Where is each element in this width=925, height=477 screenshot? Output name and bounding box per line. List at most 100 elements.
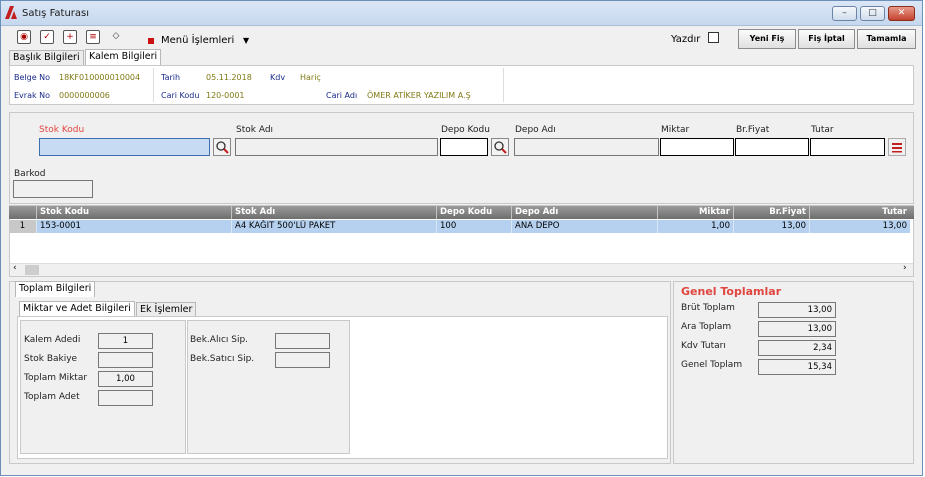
scroll-left-icon[interactable]: ‹ — [13, 263, 17, 273]
scrollbar-thumb[interactable] — [25, 265, 39, 275]
grid-header-rownum — [9, 206, 37, 219]
column-header-stok-kodu[interactable]: Stok Kodu — [37, 206, 232, 219]
row-number[interactable]: 1 — [9, 220, 37, 233]
stok-adi-label: Stok Adı — [236, 125, 274, 135]
evrak-no-label: Evrak No — [14, 91, 51, 100]
minimize-button[interactable]: – — [832, 6, 857, 21]
menu-lines-icon — [892, 143, 902, 153]
cari-adi-label: Cari Adı — [326, 91, 358, 100]
cancel-receipt-button[interactable]: Fiş İptal — [798, 29, 855, 49]
bek-alici-value — [275, 333, 330, 349]
tarih-label: Tarih — [161, 73, 181, 82]
belge-no-label: Belge No — [14, 73, 51, 82]
print-label: Yazdır — [671, 34, 701, 45]
brut-toplam-label: Brüt Toplam — [681, 303, 735, 313]
cell-br-fiyat[interactable]: 13,00 — [734, 220, 810, 233]
add-line-button[interactable] — [888, 138, 906, 156]
menu-islemleri[interactable]: Menü İşlemleri — [161, 35, 234, 46]
kdv-tutari-label: Kdv Tutarı — [681, 341, 726, 351]
maximize-button[interactable]: □ — [860, 6, 885, 21]
tab-ek-islemler[interactable]: Ek İşlemler — [136, 302, 197, 317]
column-header-depo-kodu[interactable]: Depo Kodu — [437, 206, 512, 219]
genel-toplam-label: Genel Toplam — [681, 360, 743, 370]
cell-depo-kodu[interactable]: 100 — [437, 220, 512, 233]
brut-toplam-value: 13,00 — [758, 302, 836, 318]
toplam-adet-label: Toplam Adet — [24, 392, 80, 402]
column-header-br-fiyat[interactable]: Br.Fiyat — [734, 206, 810, 219]
stok-kodu-label: Stok Kodu — [39, 125, 85, 135]
cell-miktar[interactable]: 1,00 — [658, 220, 734, 233]
stok-kodu-input[interactable] — [39, 138, 210, 156]
kalem-adedi-value: 1 — [98, 333, 153, 349]
bek-satici-value — [275, 352, 330, 368]
chevron-down-icon[interactable]: ▼ — [243, 36, 249, 45]
horizontal-scrollbar[interactable] — [10, 263, 913, 276]
depo-kodu-input[interactable] — [440, 138, 488, 156]
app-logo-icon — [5, 6, 17, 19]
cell-stok-kodu[interactable]: 153-0001 — [37, 220, 232, 233]
divider — [503, 68, 504, 102]
bek-satici-label: Bek.Satıcı Sip. — [190, 354, 255, 364]
ara-toplam-value: 13,00 — [758, 321, 836, 337]
close-button[interactable]: ✕ — [888, 6, 915, 21]
cari-adi-value: ÖMER ATİKER YAZILIM A.Ş — [367, 91, 471, 100]
kalem-adedi-label: Kalem Adedi — [24, 335, 81, 345]
miktar-input[interactable] — [660, 138, 734, 156]
kdv-label: Kdv — [270, 73, 286, 82]
add-document-icon[interactable]: + — [63, 30, 77, 44]
tarih-value: 05.11.2018 — [206, 73, 252, 82]
depo-kodu-label: Depo Kodu — [441, 125, 490, 135]
print-checkbox[interactable] — [708, 32, 719, 43]
cell-stok-adi[interactable]: A4 KAĞIT 500'LÜ PAKET — [232, 220, 437, 233]
bek-alici-label: Bek.Alıcı Sip. — [190, 335, 249, 345]
tab-baslik-bilgileri[interactable]: Başlık Bilgileri — [9, 50, 84, 65]
toplam-adet-value — [98, 390, 153, 406]
complete-button[interactable]: Tamamla — [857, 29, 916, 49]
new-receipt-button[interactable]: Yeni Fiş — [738, 29, 796, 49]
stok-adi-input[interactable] — [235, 138, 438, 156]
search-icon — [216, 141, 229, 154]
depo-adi-input[interactable] — [514, 138, 659, 156]
genel-toplam-value: 15,34 — [758, 359, 836, 375]
evrak-no-value: 0000000006 — [59, 91, 110, 100]
title-bar[interactable] — [1, 1, 922, 26]
document-list-icon[interactable]: ≡ — [86, 30, 100, 44]
target-icon[interactable]: ◉ — [17, 30, 31, 44]
tutar-label: Tutar — [811, 125, 834, 135]
cell-depo-adi[interactable]: ANA DEPO — [512, 220, 658, 233]
tab-kalem-bilgileri[interactable]: Kalem Bilgileri — [85, 49, 162, 65]
miktar-label: Miktar — [661, 125, 690, 135]
barkod-label: Barkod — [14, 169, 46, 179]
stok-bakiye-label: Stok Bakiye — [24, 354, 78, 364]
cell-tutar[interactable]: 13,00 — [810, 220, 910, 233]
ara-toplam-label: Ara Toplam — [681, 322, 732, 332]
general-totals-title: Genel Toplamlar — [681, 285, 782, 298]
kdv-tutari-value: 2,34 — [758, 340, 836, 356]
column-header-tutar[interactable]: Tutar — [810, 206, 910, 219]
br-fiyat-input[interactable] — [735, 138, 809, 156]
toplam-miktar-label: Toplam Miktar — [24, 373, 88, 383]
toplam-miktar-value: 1,00 — [98, 371, 153, 387]
tab-toplam-bilgileri[interactable]: Toplam Bilgileri — [15, 281, 96, 297]
depo-adi-label: Depo Adı — [515, 125, 556, 135]
cari-kodu-label: Cari Kodu — [161, 91, 200, 100]
menu-bullet-icon — [148, 38, 154, 44]
stok-bakiye-value — [98, 352, 153, 368]
window-title: Satış Faturası — [22, 8, 90, 19]
divider — [153, 68, 154, 102]
tab-miktar-adet[interactable]: Miktar ve Adet Bilgileri — [19, 301, 135, 317]
barkod-input[interactable] — [13, 180, 93, 198]
tutar-input[interactable] — [810, 138, 885, 156]
cari-kodu-value: 120-0001 — [206, 91, 245, 100]
eraser-icon[interactable]: ◇ — [109, 30, 123, 44]
column-header-stok-adi[interactable]: Stok Adı — [232, 206, 437, 219]
depo-lookup-button[interactable] — [491, 138, 509, 156]
status-bar — [1, 466, 922, 475]
belge-no-value: 18KF010000010004 — [59, 73, 141, 82]
scroll-right-icon[interactable]: › — [903, 263, 907, 273]
column-header-depo-adi[interactable]: Depo Adı — [512, 206, 658, 219]
stok-lookup-button[interactable] — [213, 138, 231, 156]
checklist-icon[interactable]: ✓ — [40, 30, 54, 44]
column-header-miktar[interactable]: Miktar — [658, 206, 734, 219]
br-fiyat-label: Br.Fiyat — [736, 125, 770, 135]
